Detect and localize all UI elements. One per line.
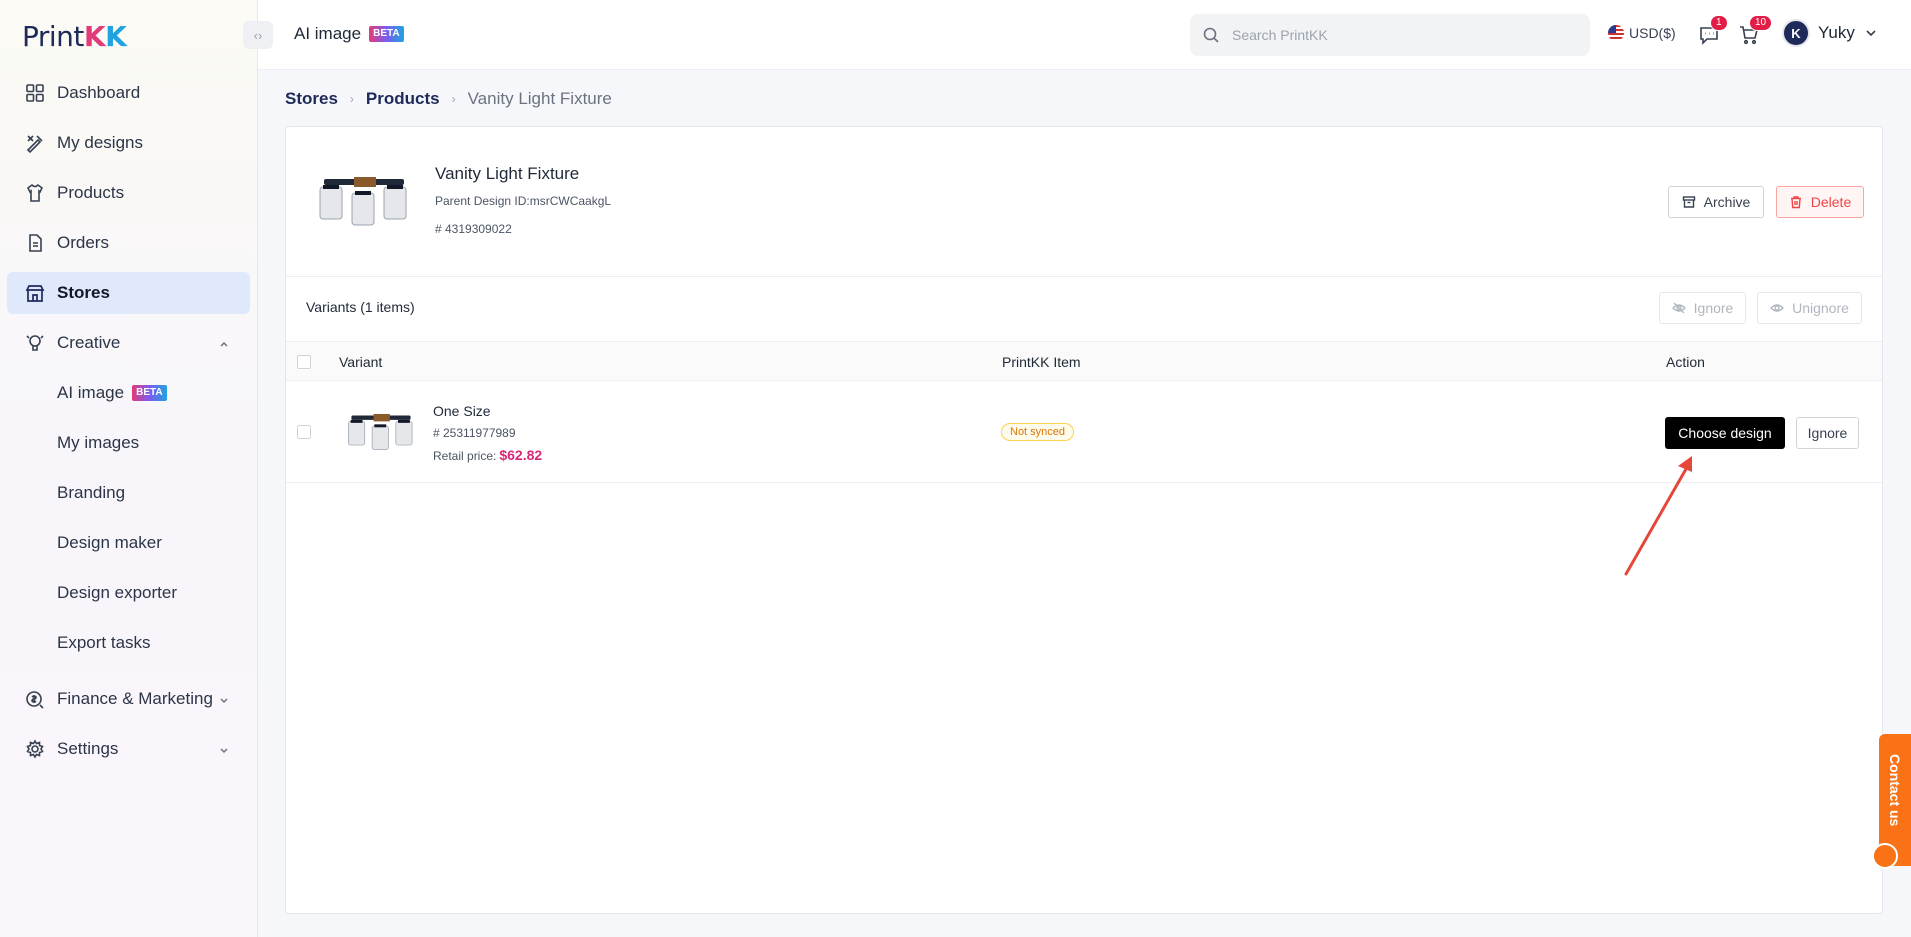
sidebar-item-label: AI image	[57, 383, 125, 402]
variant-price: Retail price: $62.82	[433, 447, 543, 463]
sidebar-nav: Dashboard My designs Products Orders Sto…	[7, 72, 250, 778]
chevron-right-icon: ›	[349, 92, 354, 106]
sidebar-item-label: Orders	[57, 233, 109, 252]
sidebar-item-label: Dashboard	[57, 83, 141, 102]
sidebar-item-label: My designs	[57, 133, 143, 152]
sidebar-item-label: Settings	[57, 739, 119, 758]
sidebar-item-creative[interactable]: Creative	[7, 322, 250, 364]
breadcrumb: Stores › Products › Vanity Light Fixture	[285, 89, 612, 109]
user-name: Yuky	[1818, 23, 1855, 42]
variants-table-header: Variant PrintKK Item Action	[286, 341, 1882, 381]
cart-badge: 10	[1749, 15, 1773, 31]
eye-icon	[1770, 301, 1784, 315]
select-all-checkbox[interactable]	[297, 355, 311, 369]
variant-id: # 25311977989	[433, 426, 516, 440]
search-bar[interactable]	[1190, 14, 1590, 56]
variants-title: Variants (1 items)	[306, 299, 415, 315]
chevron-down-icon	[218, 691, 230, 704]
collapse-icon: ‹›	[253, 27, 263, 43]
sidebar-item-finance-marketing[interactable]: Finance & Marketing	[7, 678, 250, 720]
row-checkbox[interactable]	[297, 425, 311, 439]
us-flag-icon	[1608, 25, 1624, 41]
annotation-arrow	[1624, 456, 1692, 576]
archive-icon	[1682, 195, 1696, 209]
avatar: K	[1782, 19, 1810, 47]
finance-icon	[25, 689, 45, 709]
sidebar-item-label: Finance & Marketing	[57, 689, 213, 708]
beta-badge: BETA	[369, 26, 404, 42]
sidebar: PrintKK Dashboard My designs Products Or…	[0, 0, 258, 937]
column-printkk-item: PrintKK Item	[1002, 354, 1081, 370]
ignore-selected-button[interactable]: Ignore	[1659, 292, 1746, 324]
sidebar-item-label: My images	[57, 433, 140, 452]
tshirt-icon	[25, 183, 45, 203]
store-icon	[25, 283, 45, 303]
search-icon	[1202, 26, 1220, 44]
sidebar-item-label: Design maker	[57, 533, 162, 552]
sidebar-item-my-designs[interactable]: My designs	[7, 122, 250, 164]
chat-icon[interactable]	[1872, 843, 1898, 869]
document-icon	[25, 233, 45, 253]
sidebar-item-label: Products	[57, 183, 125, 202]
variant-image	[344, 405, 418, 457]
sidebar-item-my-images[interactable]: My images	[7, 422, 250, 464]
printkk-logo[interactable]: PrintKK	[22, 20, 127, 53]
gear-icon	[25, 739, 45, 759]
sidebar-item-label: Creative	[57, 333, 121, 352]
chevron-down-icon	[218, 741, 230, 754]
sidebar-item-settings[interactable]: Settings	[7, 728, 250, 770]
sidebar-item-label: Stores	[57, 283, 110, 302]
sidebar-item-dashboard[interactable]: Dashboard	[7, 72, 250, 114]
eye-off-icon	[1671, 301, 1686, 315]
beta-badge: BETA	[132, 385, 167, 401]
sidebar-item-branding[interactable]: Branding	[7, 472, 250, 514]
top-header: AI image BETA USD($) 1 10 K Yuky	[258, 0, 1911, 70]
delete-button[interactable]: Delete	[1776, 186, 1864, 218]
sidebar-item-design-maker[interactable]: Design maker	[7, 522, 250, 564]
archive-button[interactable]: Archive	[1668, 186, 1764, 218]
variant-name: One Size	[433, 403, 491, 419]
status-badge: Not synced	[1001, 423, 1075, 441]
page-title: AI image BETA	[294, 24, 404, 44]
column-action: Action	[1666, 354, 1705, 370]
chevron-up-icon	[218, 335, 230, 347]
sidebar-item-export-tasks[interactable]: Export tasks	[7, 622, 250, 664]
sidebar-item-design-exporter[interactable]: Design exporter	[7, 572, 250, 614]
chevron-down-icon	[1865, 27, 1877, 39]
product-id: # 4319309022	[435, 222, 512, 236]
breadcrumb-products[interactable]: Products	[366, 89, 440, 109]
trash-icon	[1789, 195, 1803, 209]
design-icon	[25, 133, 45, 153]
chevron-right-icon: ›	[451, 92, 456, 106]
sidebar-item-label: Branding	[57, 483, 126, 502]
ignore-variant-button[interactable]: Ignore	[1796, 417, 1859, 449]
sidebar-item-products[interactable]: Products	[7, 172, 250, 214]
messages-badge: 1	[1710, 15, 1728, 31]
search-input[interactable]	[1232, 27, 1572, 43]
unignore-selected-button[interactable]: Unignore	[1757, 292, 1862, 324]
product-image	[314, 165, 414, 235]
breadcrumb-stores[interactable]: Stores	[285, 89, 338, 109]
currency-selector[interactable]: USD($)	[1608, 25, 1676, 41]
dashboard-icon	[25, 83, 45, 103]
breadcrumb-current: Vanity Light Fixture	[467, 89, 612, 108]
sidebar-item-ai-image[interactable]: AI image BETA	[7, 372, 250, 414]
choose-design-button[interactable]: Choose design	[1665, 417, 1785, 449]
user-menu[interactable]: K Yuky	[1782, 19, 1877, 47]
divider	[286, 276, 1882, 277]
sidebar-item-stores[interactable]: Stores	[7, 272, 250, 314]
sidebar-item-orders[interactable]: Orders	[7, 222, 250, 264]
sidebar-item-label: Export tasks	[57, 633, 151, 652]
column-variant: Variant	[339, 354, 383, 370]
product-title: Vanity Light Fixture	[435, 164, 580, 183]
price-value: $62.82	[499, 447, 543, 463]
creative-icon	[25, 333, 45, 353]
collapse-sidebar-button[interactable]: ‹›	[243, 21, 273, 49]
parent-design-id: Parent Design ID:msrCWCaakgL	[435, 194, 612, 208]
sidebar-item-label: Design exporter	[57, 583, 178, 602]
